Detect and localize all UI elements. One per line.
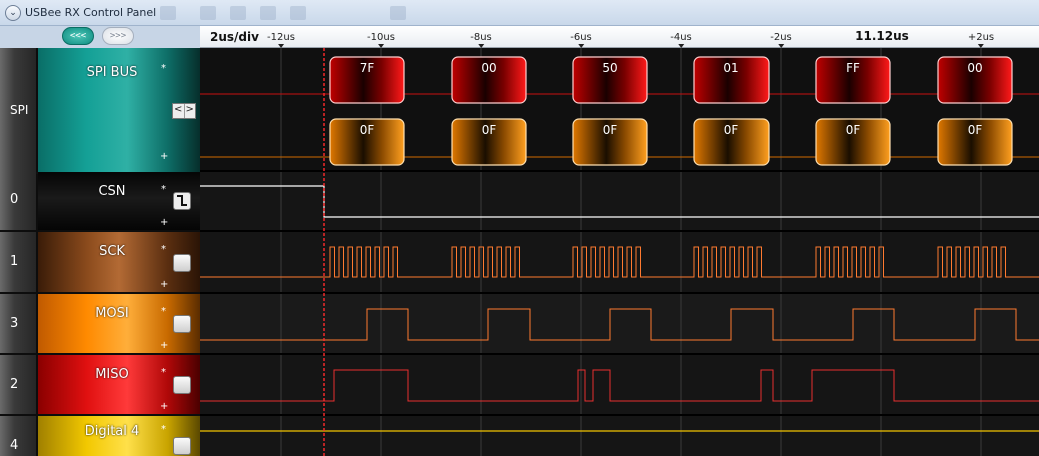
edge-trigger-icon[interactable]	[173, 192, 191, 210]
svg-text:FF: FF	[846, 61, 860, 75]
svg-text:0F: 0F	[603, 123, 618, 137]
scroll-left-button[interactable]: <<<	[62, 27, 94, 45]
svg-text:0F: 0F	[482, 123, 497, 137]
row-bg-sck	[200, 232, 1039, 292]
svg-text:0F: 0F	[846, 123, 861, 137]
channel-spi-bus[interactable]: SPI SPI BUS * < > +	[0, 48, 200, 172]
channel-csn[interactable]: 0 CSN * +	[0, 172, 200, 230]
channel-plus[interactable]: +	[160, 401, 168, 412]
channel-checkbox[interactable]	[173, 315, 191, 333]
channel-plus[interactable]: +	[160, 217, 168, 228]
tick-label: +2us	[968, 32, 994, 48]
svg-text:01: 01	[723, 61, 738, 75]
channel-mosi[interactable]: 3 MOSI * +	[0, 294, 200, 353]
bus-byte[interactable]: 0F	[329, 118, 405, 166]
svg-text:0F: 0F	[724, 123, 739, 137]
svg-text:00: 00	[481, 61, 496, 75]
channel-star[interactable]: *	[161, 367, 166, 378]
channel-plus[interactable]: +	[160, 340, 168, 351]
channel-plus[interactable]: +	[160, 279, 168, 290]
channel-number: 1	[0, 232, 36, 292]
bus-byte[interactable]: 0F	[572, 118, 648, 166]
cursor-time-label: 11.12us	[855, 29, 909, 43]
channel-star[interactable]: *	[161, 306, 166, 317]
channel-checkbox[interactable]	[173, 376, 191, 394]
time-scale[interactable]: 2us/div	[210, 30, 259, 44]
channel-star[interactable]: *	[161, 184, 166, 195]
row-bg-digital4	[200, 416, 1039, 456]
bus-byte[interactable]: 00	[451, 56, 527, 104]
channel-number: 0	[0, 172, 36, 230]
toolbar-icon-1[interactable]	[160, 6, 176, 20]
channel-number: 3	[0, 294, 36, 353]
toolbar-icon-6[interactable]	[390, 6, 406, 20]
svg-text:0F: 0F	[968, 123, 983, 137]
toolbar-icon-5[interactable]	[290, 6, 306, 20]
toolbar-icon-4[interactable]	[260, 6, 276, 20]
system-menu-icon[interactable]: ⌄	[5, 5, 21, 21]
channel-sck[interactable]: 1 SCK * +	[0, 232, 200, 292]
tick-label: -8us	[470, 32, 492, 48]
tick-label: -4us	[670, 32, 692, 48]
row-bg-mosi	[200, 294, 1039, 353]
channel-star[interactable]: *	[161, 63, 166, 74]
nav-toolbar: <<< >>>	[0, 26, 200, 48]
svg-text:00: 00	[967, 61, 982, 75]
row-bg-miso	[200, 355, 1039, 414]
channel-star[interactable]: *	[161, 244, 166, 255]
title-bar: ⌄ USBee RX Control Panel	[0, 0, 1039, 26]
tick-label: -10us	[367, 32, 395, 48]
bus-byte[interactable]: 50	[572, 56, 648, 104]
svg-text:0F: 0F	[360, 123, 375, 137]
channel-digital-4[interactable]: 4 Digital 4 *	[0, 416, 200, 456]
window-title: USBee RX Control Panel	[25, 6, 157, 19]
row-bg-csn	[200, 172, 1039, 230]
channel-number: 2	[0, 355, 36, 414]
channel-star[interactable]: *	[161, 424, 166, 435]
bus-byte[interactable]: 0F	[937, 118, 1013, 166]
toolbar-icon-2[interactable]	[200, 6, 216, 20]
bus-scroll-right[interactable]: >	[185, 104, 196, 118]
bus-byte[interactable]: 01	[693, 56, 770, 104]
toolbar-icon-3[interactable]	[230, 6, 246, 20]
bus-byte[interactable]: 0F	[693, 118, 770, 166]
bus-byte[interactable]: 7F	[329, 56, 405, 104]
bus-scroll-left[interactable]: <	[173, 104, 185, 118]
bus-byte[interactable]: FF	[815, 56, 891, 104]
channel-checkbox[interactable]	[173, 437, 191, 455]
bus-byte[interactable]: 00	[937, 56, 1013, 104]
channel-number: 4	[0, 416, 36, 456]
svg-text:7F: 7F	[360, 61, 375, 75]
channel-checkbox[interactable]	[173, 254, 191, 272]
bus-byte[interactable]: 0F	[451, 118, 527, 166]
tick-label: -12us	[267, 32, 295, 48]
channel-miso[interactable]: 2 MISO * +	[0, 355, 200, 414]
channel-plus[interactable]: +	[160, 151, 168, 162]
scroll-right-button[interactable]: >>>	[102, 27, 134, 45]
bus-scroll-control[interactable]: < >	[172, 103, 196, 119]
channel-number: SPI	[0, 48, 36, 172]
waveform-area[interactable]: 7F 00 50 01 FF 00 0F 0F 0F 0F 0F 0F	[200, 48, 1039, 456]
tick-label: -6us	[570, 32, 592, 48]
bus-byte[interactable]: 0F	[815, 118, 891, 166]
time-ruler[interactable]: 2us/div -12us -10us -8us -6us -4us -2us …	[200, 26, 1039, 48]
tick-label: -2us	[770, 32, 792, 48]
svg-text:50: 50	[602, 61, 617, 75]
